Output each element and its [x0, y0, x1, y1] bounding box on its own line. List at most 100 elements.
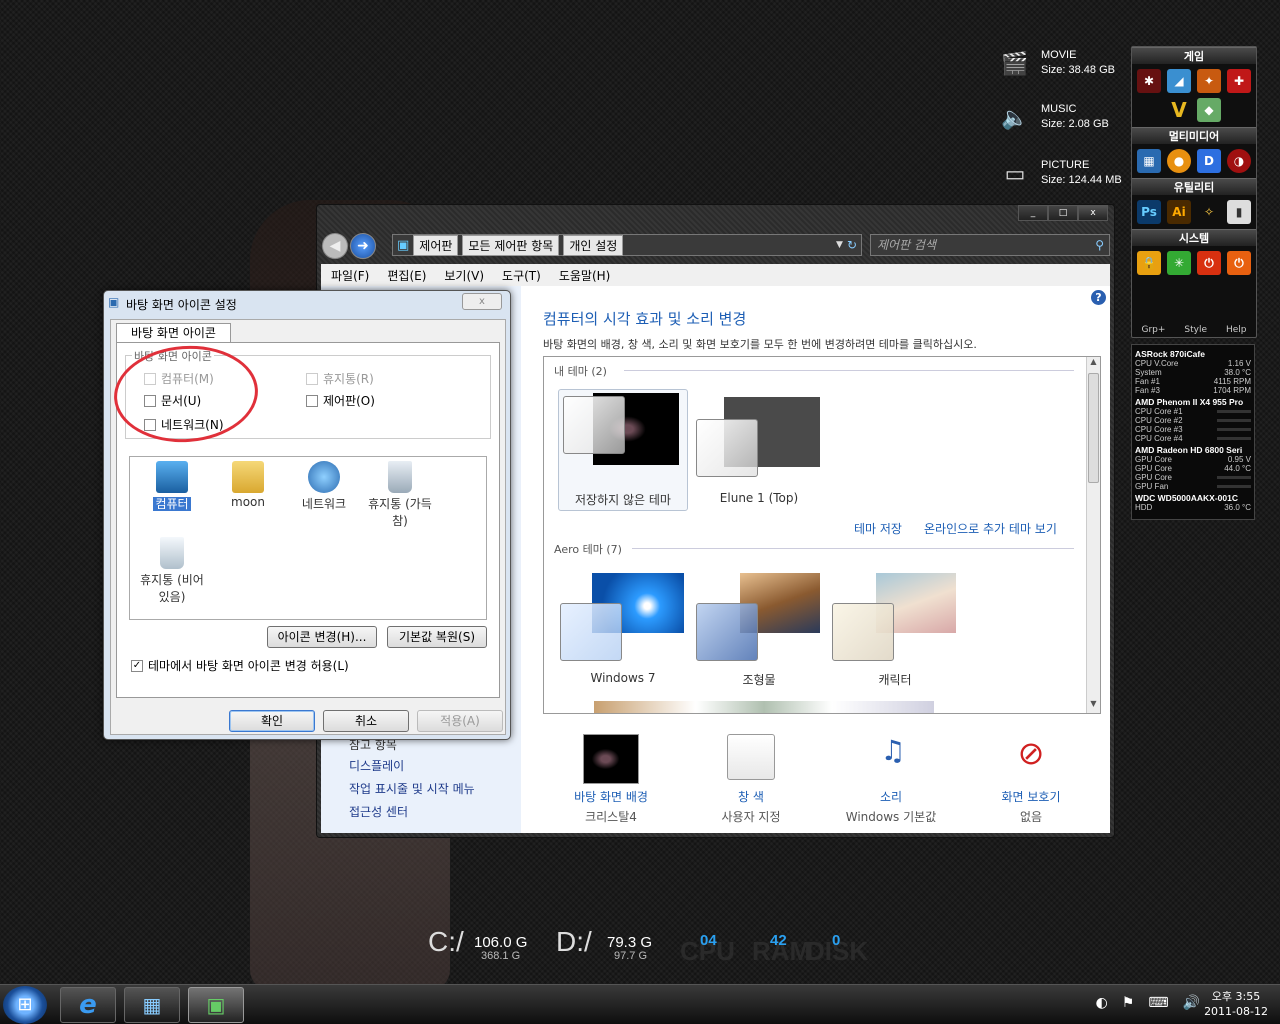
- allow-theme-checkbox[interactable]: ✓ 테마에서 바탕 화면 아이콘 변경 허용(L): [131, 657, 349, 674]
- icon-item-network[interactable]: 네트워크: [286, 461, 362, 512]
- breadcrumb[interactable]: 모든 제어판 항목: [462, 234, 560, 256]
- game-app-icon[interactable]: ✚: [1227, 69, 1251, 93]
- game-app-icon[interactable]: ◆: [1197, 98, 1221, 122]
- action-center-flag-icon[interactable]: ⚑: [1122, 995, 1135, 1011]
- screen-saver-value: 없음: [1019, 810, 1043, 824]
- launcher-grp-button[interactable]: Grp+: [1141, 325, 1165, 335]
- window-color-link[interactable]: 창 색: [691, 788, 811, 805]
- minimize-button[interactable]: _: [1018, 205, 1048, 221]
- theme-characters[interactable]: [830, 573, 956, 665]
- link-display[interactable]: 디스플레이: [349, 757, 404, 774]
- game-app-icon[interactable]: V: [1167, 98, 1191, 122]
- menu-bar: 파일(F) 편집(E) 보기(V) 도구(T) 도움말(H): [321, 264, 1110, 286]
- icon-item-recycle-empty[interactable]: 휴지통 (비어 있음): [134, 537, 210, 605]
- close-button[interactable]: x: [1078, 205, 1108, 221]
- theme-windows7[interactable]: [558, 573, 684, 665]
- desktop-background-value: 크리스탈4: [585, 810, 637, 824]
- lock-icon[interactable]: 🔒: [1137, 251, 1161, 275]
- drive-music[interactable]: 🔈 MUSIC Size: 2.08 GB: [1000, 102, 1130, 138]
- menu-tools[interactable]: 도구(T): [502, 267, 541, 284]
- control-panel-icon: ▣: [397, 237, 410, 253]
- menu-help[interactable]: 도움말(H): [559, 267, 611, 284]
- media-app-icon[interactable]: ◑: [1227, 149, 1251, 173]
- taskbar-personalization-button[interactable]: ▣: [188, 987, 244, 1023]
- theme-architecture[interactable]: [694, 573, 820, 665]
- menu-view[interactable]: 보기(V): [444, 267, 484, 284]
- launcher-help-button[interactable]: Help: [1226, 325, 1247, 335]
- icon-item-user[interactable]: moon: [210, 461, 286, 509]
- restore-default-button[interactable]: 기본값 복원(S): [387, 626, 487, 648]
- scroll-down-icon[interactable]: ▼: [1087, 699, 1100, 713]
- chevron-down-icon[interactable]: ▼: [836, 240, 843, 250]
- scrollbar[interactable]: ▲ ▼: [1086, 357, 1100, 713]
- tab-desktop-icons[interactable]: 바탕 화면 아이콘: [116, 323, 231, 343]
- taskbar-control-panel-button[interactable]: ▦: [124, 987, 180, 1023]
- media-app-icon[interactable]: ▦: [1137, 149, 1161, 173]
- breadcrumb[interactable]: 제어판: [413, 234, 459, 256]
- apply-button[interactable]: 적용(A): [417, 710, 503, 732]
- media-app-icon[interactable]: ●: [1167, 149, 1191, 173]
- cancel-button[interactable]: 취소: [323, 710, 409, 732]
- volume-icon[interactable]: 🔊: [1183, 995, 1200, 1011]
- menu-file[interactable]: 파일(F): [331, 267, 369, 284]
- close-button[interactable]: x: [462, 293, 502, 310]
- scrollbar-thumb[interactable]: [1088, 373, 1099, 483]
- back-button[interactable]: ◀: [322, 233, 348, 259]
- photoshop-icon[interactable]: Ps: [1137, 200, 1161, 224]
- sensor-label: HDD: [1135, 503, 1153, 512]
- utility-app-icon[interactable]: ▮: [1227, 200, 1251, 224]
- game-app-icon[interactable]: ✦: [1197, 69, 1221, 93]
- game-app-icon[interactable]: ◢: [1167, 69, 1191, 93]
- taskbar-ie-button[interactable]: e: [60, 987, 116, 1023]
- sensor-label: Fan #1: [1135, 377, 1160, 386]
- breadcrumb[interactable]: 개인 설정: [563, 234, 624, 256]
- personalization-icon: ▣: [206, 993, 226, 1017]
- search-input[interactable]: 제어판 검색 ⚲: [870, 234, 1110, 256]
- search-icon[interactable]: ⚲: [1095, 235, 1104, 255]
- sound-icon[interactable]: ♫: [865, 734, 921, 784]
- change-icon-button[interactable]: 아이콘 변경(H)...: [267, 626, 377, 648]
- restart-icon[interactable]: ✳: [1167, 251, 1191, 275]
- screen-saver-icon[interactable]: ⊘: [1003, 734, 1059, 784]
- desktop-background-icon[interactable]: [583, 734, 639, 784]
- toggle-icon[interactable]: ◐: [1096, 995, 1108, 1011]
- link-taskbar[interactable]: 작업 표시줄 및 시작 메뉴: [349, 780, 475, 797]
- picture-icon: ▭: [1004, 161, 1026, 186]
- network-tray-icon[interactable]: ⌨: [1148, 995, 1168, 1011]
- ok-button[interactable]: 확인: [229, 710, 315, 732]
- icon-item-recycle-full[interactable]: 휴지통 (가득 참): [362, 461, 438, 529]
- window-color-icon[interactable]: [727, 734, 775, 780]
- address-bar[interactable]: ▣ 제어판 모든 제어판 항목 개인 설정 ▼ ↻: [392, 234, 862, 256]
- screen-saver-link[interactable]: 화면 보호기: [971, 788, 1091, 805]
- illustrator-icon[interactable]: Ai: [1167, 200, 1191, 224]
- menu-edit[interactable]: 편집(E): [387, 267, 426, 284]
- control-panel-checkbox[interactable]: 제어판(O): [306, 392, 375, 409]
- clock[interactable]: 오후 3:55 2011-08-12: [1204, 989, 1268, 1019]
- control-panel-icon: ▦: [142, 993, 162, 1017]
- power-icon[interactable]: ⏻: [1197, 251, 1221, 275]
- sensor-label: GPU Core: [1135, 455, 1172, 464]
- desktop-background-link[interactable]: 바탕 화면 배경: [551, 788, 671, 805]
- start-button[interactable]: ⊞: [3, 986, 47, 1024]
- icon-item-computer[interactable]: 컴퓨터: [134, 461, 210, 512]
- save-theme-link[interactable]: 테마 저장: [854, 520, 902, 537]
- drive-movie[interactable]: 🎬 MOVIE Size: 38.48 GB: [1000, 48, 1130, 84]
- game-app-icon[interactable]: ✱: [1137, 69, 1161, 93]
- refresh-icon[interactable]: ↻: [847, 238, 861, 252]
- launcher-style-button[interactable]: Style: [1184, 325, 1207, 335]
- scroll-up-icon[interactable]: ▲: [1087, 357, 1100, 371]
- network-icon: [308, 461, 340, 493]
- link-ease-of-access[interactable]: 접근성 센터: [349, 803, 408, 820]
- sound-link[interactable]: 소리: [831, 788, 951, 805]
- help-icon[interactable]: ?: [1091, 290, 1106, 305]
- media-app-icon[interactable]: D: [1197, 149, 1221, 173]
- drive-picture[interactable]: ▭ PICTURE Size: 124.44 MB: [1000, 158, 1130, 194]
- shutdown-icon[interactable]: ⏻: [1227, 251, 1251, 275]
- theme-elune[interactable]: [694, 389, 820, 481]
- load-bar: [1217, 410, 1251, 413]
- recycle-bin-checkbox[interactable]: 휴지통(R): [306, 370, 374, 387]
- magic-wand-icon[interactable]: ✧: [1197, 200, 1221, 224]
- maximize-button[interactable]: □: [1048, 205, 1078, 221]
- online-themes-link[interactable]: 온라인으로 추가 테마 보기: [924, 520, 1057, 537]
- forward-button[interactable]: ➜: [350, 233, 376, 259]
